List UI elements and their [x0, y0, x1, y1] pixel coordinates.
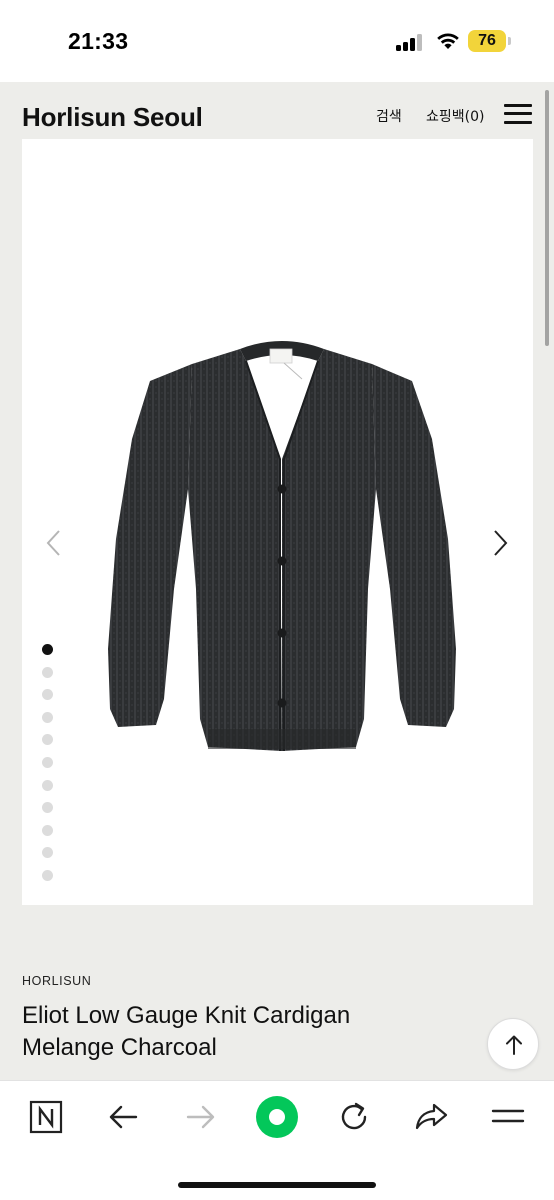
gallery-dot[interactable] [42, 689, 53, 701]
next-image-arrow-icon[interactable] [488, 527, 512, 559]
gallery-dot[interactable] [42, 734, 53, 746]
gallery-dot[interactable] [42, 666, 53, 678]
gallery-dot[interactable] [42, 870, 53, 881]
product-title-line-1: Eliot Low Gauge Knit Cardigan [22, 1002, 351, 1029]
status-bar: 21:33 76 [0, 0, 554, 82]
hamburger-menu-icon[interactable] [504, 104, 532, 124]
product-brand[interactable]: HORLISUN [22, 974, 91, 988]
browser-toolbar [0, 1080, 554, 1200]
gallery-dot[interactable] [42, 802, 53, 814]
gallery-dot[interactable] [42, 711, 53, 723]
previous-image-arrow-icon[interactable] [42, 527, 66, 559]
scrollbar[interactable] [545, 90, 549, 346]
status-time: 21:33 [68, 28, 129, 54]
reload-icon[interactable] [332, 1097, 376, 1137]
site-logo[interactable]: Horlisun Seoul [22, 102, 203, 133]
home-indicator[interactable] [178, 1182, 376, 1188]
product-photo-cardigan [108, 341, 456, 751]
gallery-dot[interactable] [42, 847, 53, 859]
menu-icon[interactable] [486, 1097, 530, 1137]
shopping-bag-link[interactable]: 쇼핑백(0) [426, 106, 484, 126]
share-icon[interactable] [410, 1097, 454, 1137]
back-arrow-icon[interactable] [102, 1097, 146, 1137]
home-icon[interactable] [255, 1095, 299, 1139]
web-page: Horlisun Seoul 검색 쇼핑백(0) HORLISUN Eliot … [0, 82, 554, 1080]
battery-icon: 76 [468, 30, 511, 52]
product-image-gallery[interactable] [22, 139, 533, 905]
gallery-dot[interactable] [42, 644, 53, 655]
cellular-signal-icon [396, 33, 426, 51]
scroll-to-top-button[interactable] [487, 1018, 539, 1070]
forward-arrow-icon[interactable] [178, 1097, 222, 1137]
gallery-dot[interactable] [42, 779, 53, 791]
gallery-dot[interactable] [42, 824, 53, 836]
wifi-icon [437, 33, 459, 49]
site-header: Horlisun Seoul 검색 쇼핑백(0) [0, 82, 554, 138]
product-title: Eliot Low Gauge Knit Cardigan Melange Ch… [22, 1000, 462, 1064]
search-link[interactable]: 검색 [376, 106, 402, 126]
arrow-up-icon [506, 1035, 522, 1055]
tab-icon[interactable] [24, 1097, 68, 1137]
product-title-line-2: Melange Charcoal [22, 1034, 217, 1061]
gallery-dot[interactable] [42, 757, 53, 768]
